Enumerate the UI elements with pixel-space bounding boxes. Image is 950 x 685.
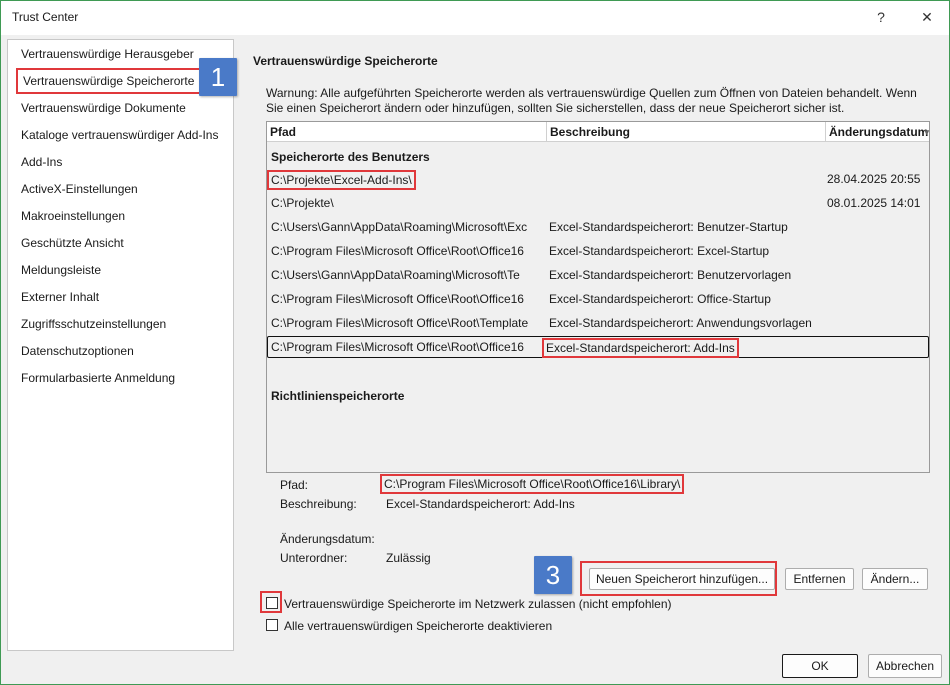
sidebar-item-trusted-publishers[interactable]: Vertrauenswürdige Herausgeber: [21, 47, 194, 61]
add-new-location-button[interactable]: Neuen Speicherort hinzufügen...: [589, 568, 775, 590]
table-row[interactable]: C:\Users\Gann\AppData\Roaming\Microsoft\…: [267, 265, 929, 287]
row-path: C:\Projekte\: [271, 196, 334, 210]
annotation-badge-3: 3: [534, 556, 572, 594]
detail-path-label: Pfad:: [280, 478, 309, 492]
section-title: Vertrauenswürdige Speicherorte: [253, 54, 438, 68]
sidebar-nav: Vertrauenswürdige Herausgeber Vertrauens…: [7, 39, 234, 651]
detail-subfolders-label: Unterordner:: [280, 551, 348, 565]
allow-network-label[interactable]: Vertrauenswürdige Speicherorte im Netzwe…: [284, 597, 672, 611]
sidebar-item-macro-settings[interactable]: Makroeinstellungen: [21, 209, 125, 223]
sidebar-item-activex[interactable]: ActiveX-Einstellungen: [21, 182, 138, 196]
sidebar-item-privacy-options[interactable]: Datenschutzoptionen: [21, 344, 134, 358]
detail-description-value: Excel-Standardspeicherort: Add-Ins: [386, 497, 575, 511]
row-description: Excel-Standardspeicherort: Benutzervorla…: [549, 268, 792, 282]
allow-network-checkbox[interactable]: [266, 597, 278, 609]
column-header-description[interactable]: Beschreibung: [547, 122, 826, 142]
group-title-policy-locations: Richtlinienspeicherorte: [271, 389, 405, 403]
disable-all-checkbox[interactable]: [266, 619, 278, 631]
sidebar-item-addin-catalogs[interactable]: Kataloge vertrauenswürdiger Add-Ins: [21, 128, 218, 142]
row-modified: 08.01.2025 14:01: [827, 196, 921, 210]
help-icon[interactable]: ?: [865, 5, 897, 29]
row-modified: 28.04.2025 20:55: [827, 172, 921, 186]
sidebar-item-trusted-locations[interactable]: Vertrauenswürdige Speicherorte: [16, 68, 202, 94]
disable-all-label[interactable]: Alle vertrauenswürdigen Speicherorte dea…: [284, 619, 552, 633]
row-description: Excel-Standardspeicherort: Benutzer-Star…: [549, 220, 788, 234]
row-path: C:\Program Files\Microsoft Office\Root\T…: [271, 316, 529, 330]
sidebar-item-addins[interactable]: Add-Ins: [21, 155, 62, 169]
table-row[interactable]: C:\Projekte\Excel-Add-Ins\ 28.04.2025 20…: [267, 169, 929, 191]
sort-arrow-icon: ▾: [924, 127, 929, 137]
row-description: Excel-Standardspeicherort: Add-Ins: [542, 338, 739, 358]
row-path: C:\Program Files\Microsoft Office\Root\O…: [271, 292, 524, 306]
sidebar-item-external-content[interactable]: Externer Inhalt: [21, 290, 99, 304]
sidebar-item-trusted-documents[interactable]: Vertrauenswürdige Dokumente: [21, 101, 186, 115]
row-path: C:\Users\Gann\AppData\Roaming\Microsoft\…: [271, 220, 528, 234]
table-row[interactable]: C:\Program Files\Microsoft Office\Root\O…: [267, 289, 929, 311]
table-row[interactable]: C:\Users\Gann\AppData\Roaming\Microsoft\…: [267, 217, 929, 239]
sidebar-item-message-bar[interactable]: Meldungsleiste: [21, 263, 101, 277]
remove-button[interactable]: Entfernen: [785, 568, 854, 590]
detail-subfolders-value: Zulässig: [386, 551, 431, 565]
detail-modified-label: Änderungsdatum:: [280, 532, 375, 546]
warning-text: Warnung: Alle aufgeführten Speicherorte …: [266, 86, 917, 115]
row-description: Excel-Standardspeicherort: Office-Startu…: [549, 292, 771, 306]
sidebar-item-form-sign-in[interactable]: Formularbasierte Anmeldung: [21, 371, 175, 385]
row-path: C:\Program Files\Microsoft Office\Root\O…: [271, 244, 524, 258]
detail-path-value: C:\Program Files\Microsoft Office\Root\O…: [380, 474, 685, 494]
modify-button[interactable]: Ändern...: [862, 568, 928, 590]
table-row[interactable]: C:\Projekte\ 08.01.2025 14:01: [267, 193, 929, 215]
cancel-button[interactable]: Abbrechen: [868, 654, 942, 678]
window-title: Trust Center: [12, 10, 79, 24]
trusted-locations-list[interactable]: Pfad Beschreibung Änderungsdatum ▾ Speich…: [266, 121, 930, 473]
row-description: Excel-Standardspeicherort: Anwendungsvor…: [549, 316, 812, 330]
table-row[interactable]: C:\Program Files\Microsoft Office\Root\O…: [267, 241, 929, 263]
row-path: C:\Users\Gann\AppData\Roaming\Microsoft\…: [271, 268, 520, 282]
title-bar: Trust Center ? ✕: [1, 1, 949, 35]
table-row-selected[interactable]: C:\Program Files\Microsoft Office\Root\O…: [267, 336, 929, 358]
sidebar-item-protected-view[interactable]: Geschützte Ansicht: [21, 236, 124, 250]
group-title-user-locations: Speicherorte des Benutzers: [271, 150, 430, 164]
row-description: Excel-Standardspeicherort: Excel-Startup: [549, 244, 770, 258]
detail-description-label: Beschreibung:: [280, 497, 357, 511]
ok-button[interactable]: OK: [782, 654, 858, 678]
close-icon[interactable]: ✕: [911, 5, 943, 29]
row-path: C:\Program Files\Microsoft Office\Root\O…: [271, 340, 524, 354]
sidebar-item-file-block[interactable]: Zugriffsschutzeinstellungen: [21, 317, 166, 331]
annotation-badge-1: 1: [199, 58, 237, 96]
column-header-modified-label: Änderungsdatum: [829, 125, 929, 139]
row-path: C:\Projekte\Excel-Add-Ins\: [267, 170, 416, 190]
column-header-path[interactable]: Pfad: [267, 122, 547, 142]
column-header-modified[interactable]: Änderungsdatum ▾: [826, 122, 929, 142]
table-row[interactable]: C:\Program Files\Microsoft Office\Root\T…: [267, 313, 929, 335]
